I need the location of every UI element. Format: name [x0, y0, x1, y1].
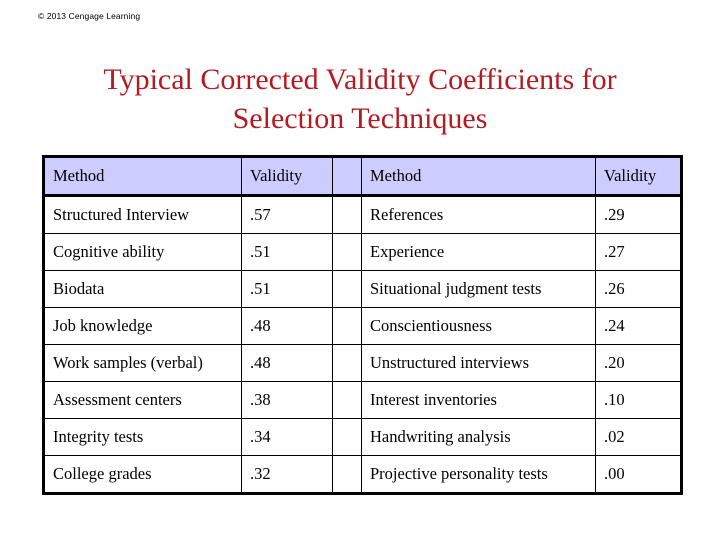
cell-method-right: Experience [361, 233, 596, 271]
table-row: College grades .32 Projective personality … [43, 455, 682, 494]
validity-table: Method Validity Method Validity Structur… [42, 155, 683, 495]
slide-canvas: © 2013 Cengage Learning Typical Correcte… [0, 0, 720, 540]
cell-method-right: Interest inventories [361, 381, 596, 419]
cell-method-left: Cognitive ability [43, 233, 242, 271]
table-row: Biodata .51 Situational judgment tests .26 [43, 270, 682, 308]
cell-validity-left: .48 [241, 344, 333, 382]
cell-validity-right: .26 [595, 270, 682, 308]
table-row: Cognitive ability .51 Experience .27 [43, 233, 682, 271]
cell-method-left: Assessment centers [43, 381, 242, 419]
validity-table-container: Method Validity Method Validity Structur… [42, 155, 683, 495]
cell-spacer [332, 418, 362, 456]
cell-validity-left: .51 [241, 270, 333, 308]
cell-method-left: Job knowledge [43, 307, 242, 345]
cell-spacer [332, 455, 362, 494]
cell-method-right: Situational judgment tests [361, 270, 596, 308]
cell-method-right: References [361, 195, 596, 234]
cell-validity-left: .38 [241, 381, 333, 419]
cell-spacer [332, 344, 362, 382]
table-row: Job knowledge .48 Conscientiousness .24 [43, 307, 682, 345]
cell-validity-left: .34 [241, 418, 333, 456]
cell-validity-right: .24 [595, 307, 682, 345]
cell-spacer [332, 307, 362, 345]
cell-method-right: Conscientiousness [361, 307, 596, 345]
cell-method-left: Integrity tests [43, 418, 242, 456]
table-row: Structured Interview .57 References .29 [43, 195, 682, 234]
table-row: Integrity tests .34 Handwriting analysis .0… [43, 418, 682, 456]
cell-validity-right: .29 [595, 195, 682, 234]
column-header-validity-right: Validity [595, 156, 682, 197]
cell-validity-right: .00 [595, 455, 682, 494]
cell-validity-right: .20 [595, 344, 682, 382]
cell-spacer [332, 270, 362, 308]
cell-validity-left: .32 [241, 455, 333, 494]
cell-method-right: Handwriting analysis [361, 418, 596, 456]
cell-spacer [332, 233, 362, 271]
cell-method-left: Structured Interview [43, 195, 242, 234]
page-title: Typical Corrected Validity Coefficients … [103, 63, 617, 135]
cell-method-left: Biodata [43, 270, 242, 308]
table-body: Structured Interview .57 References .29 Cogn… [43, 195, 682, 494]
cell-method-left: College grades [43, 455, 242, 494]
cell-validity-left: .57 [241, 195, 333, 234]
table-row: Work samples (verbal) .48 Unstructured int… [43, 344, 682, 382]
column-spacer-header [332, 156, 362, 197]
cell-validity-right: .10 [595, 381, 682, 419]
cell-validity-right: .27 [595, 233, 682, 271]
copyright-notice: © 2013 Cengage Learning [38, 11, 141, 21]
column-header-validity-left: Validity [241, 156, 333, 197]
cell-spacer [332, 381, 362, 419]
cell-spacer [332, 195, 362, 234]
table-row: Assessment centers .38 Interest inventorie… [43, 381, 682, 419]
cell-validity-right: .02 [595, 418, 682, 456]
cell-method-right: Projective personality tests [361, 455, 596, 494]
cell-method-left: Work samples (verbal) [43, 344, 242, 382]
cell-method-right: Unstructured interviews [361, 344, 596, 382]
cell-validity-left: .48 [241, 307, 333, 345]
column-header-method-right: Method [361, 156, 596, 197]
cell-validity-left: .51 [241, 233, 333, 271]
column-header-method-left: Method [43, 156, 242, 197]
table-header-row: Method Validity Method Validity [43, 156, 682, 197]
